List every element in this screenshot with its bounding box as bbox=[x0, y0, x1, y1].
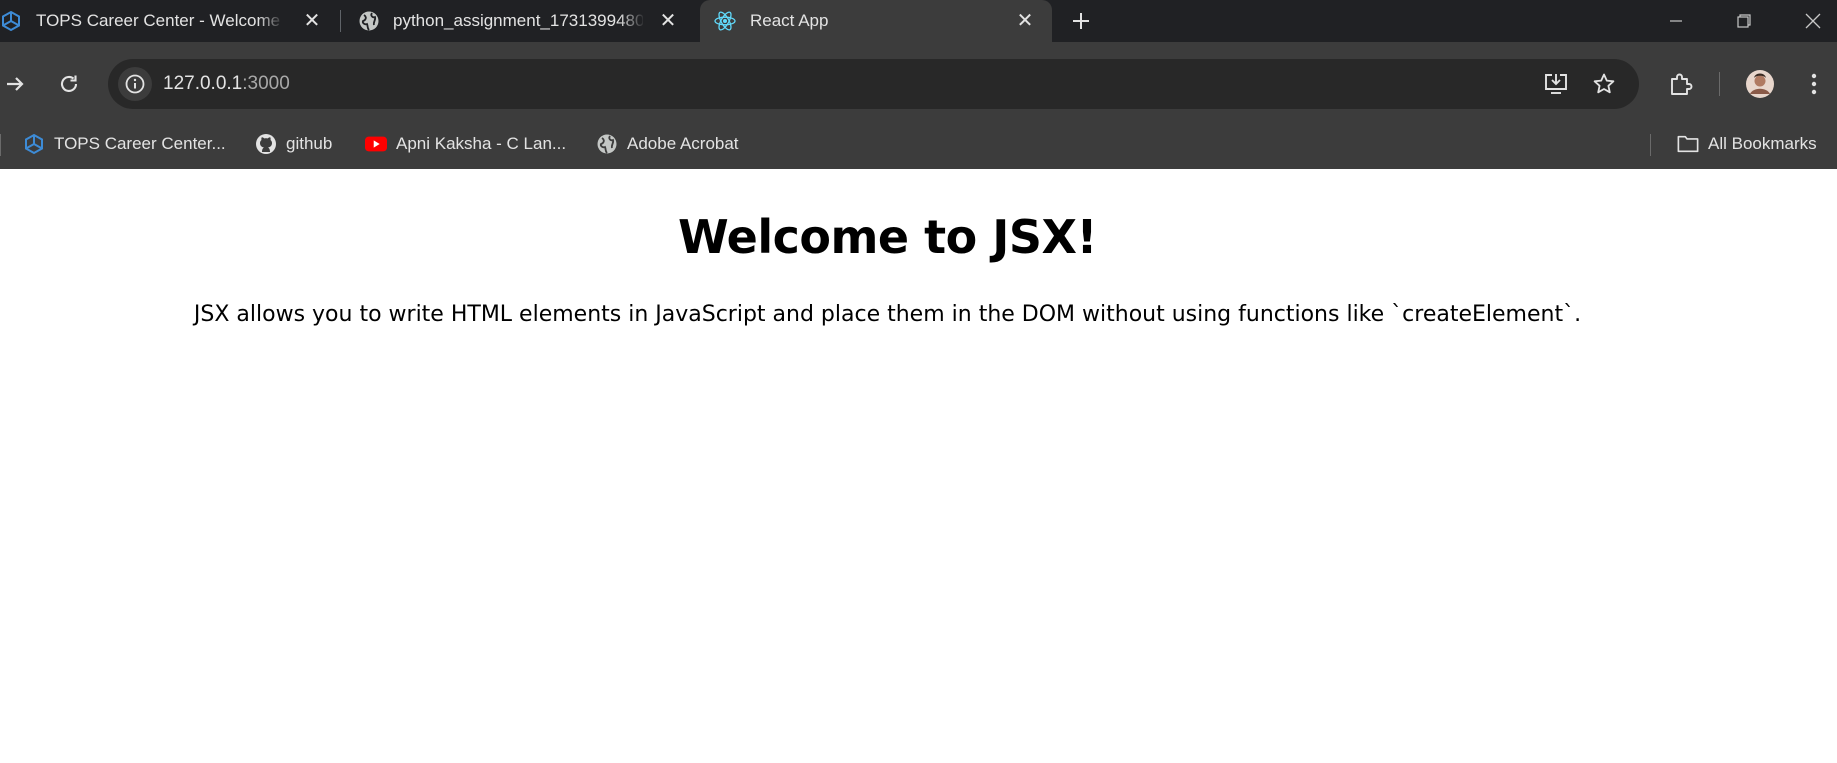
bookmark-label: TOPS Career Center... bbox=[54, 134, 226, 153]
tab-strip: TOPS Career Center - Welcome ✕ python_as… bbox=[0, 0, 1837, 42]
close-window-button[interactable] bbox=[1793, 6, 1833, 36]
page-heading: Welcome to JSX! bbox=[678, 210, 1097, 264]
tab-title: React App bbox=[750, 11, 829, 30]
globe-icon bbox=[358, 10, 379, 31]
bookmark-star-icon[interactable] bbox=[1589, 69, 1619, 99]
install-app-icon[interactable] bbox=[1541, 69, 1571, 99]
bookmark-adobe-acrobat[interactable]: Adobe Acrobat bbox=[596, 132, 739, 156]
close-icon[interactable]: ✕ bbox=[301, 9, 323, 32]
url-text: 127.0.0.1:3000 bbox=[163, 73, 290, 95]
youtube-icon bbox=[365, 133, 387, 155]
tab-title: TOPS Career Center - Welcome bbox=[36, 11, 281, 30]
forward-button[interactable] bbox=[0, 69, 30, 99]
page-content: Welcome to JSX! JSX allows you to write … bbox=[0, 172, 1837, 763]
react-logo-icon bbox=[714, 10, 736, 31]
all-bookmarks-label: All Bookmarks bbox=[1708, 134, 1817, 153]
reload-button[interactable] bbox=[54, 69, 84, 99]
folder-icon bbox=[1677, 133, 1699, 155]
minimize-button[interactable] bbox=[1656, 6, 1696, 36]
globe-icon bbox=[596, 133, 618, 155]
new-tab-button[interactable] bbox=[1066, 6, 1096, 36]
tab-title: python_assignment_1731399480 bbox=[393, 11, 643, 30]
restore-button[interactable] bbox=[1724, 6, 1764, 36]
bookmark-github[interactable]: github bbox=[255, 132, 332, 156]
avatar[interactable] bbox=[1745, 69, 1775, 99]
bookmark-label: Apni Kaksha - C Lan... bbox=[396, 134, 567, 153]
tab-tops-career-center[interactable]: TOPS Career Center - Welcome ✕ bbox=[0, 0, 340, 42]
site-info-icon[interactable] bbox=[118, 67, 152, 101]
bookmarks-bar: TOPS Career Center... github Apni Kaksha… bbox=[0, 124, 1837, 164]
close-icon[interactable]: ✕ bbox=[657, 9, 679, 32]
tops-logo-icon bbox=[23, 133, 45, 155]
bookmark-apni-kaksha[interactable]: Apni Kaksha - C Lan... bbox=[365, 132, 566, 156]
address-bar[interactable]: 127.0.0.1:3000 bbox=[108, 59, 1639, 109]
tops-logo-icon bbox=[0, 10, 20, 32]
url-host: 127.0.0.1 bbox=[163, 73, 243, 94]
tab-react-app[interactable]: React App ✕ bbox=[700, 0, 1052, 42]
bookmark-tops-career-center[interactable]: TOPS Career Center... bbox=[23, 132, 226, 156]
bookmark-label: Adobe Acrobat bbox=[627, 134, 739, 153]
url-port: :3000 bbox=[242, 73, 290, 94]
page-paragraph: JSX allows you to write HTML elements in… bbox=[193, 302, 1582, 327]
tab-python-assignment[interactable]: python_assignment_1731399480 ✕ bbox=[341, 0, 698, 42]
all-bookmarks-button[interactable]: All Bookmarks bbox=[1677, 132, 1817, 156]
bookmark-label: github bbox=[286, 134, 333, 153]
menu-icon[interactable] bbox=[1799, 69, 1829, 99]
github-icon bbox=[255, 133, 277, 155]
close-icon[interactable]: ✕ bbox=[1014, 9, 1036, 32]
extensions-icon[interactable] bbox=[1666, 69, 1696, 99]
browser-toolbar: 127.0.0.1:3000 TOPS Career Center... git… bbox=[0, 42, 1837, 169]
